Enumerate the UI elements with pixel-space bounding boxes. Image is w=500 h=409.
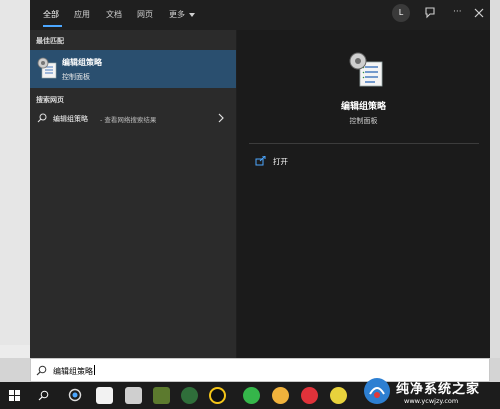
emoji-app-icon[interactable] xyxy=(272,387,289,404)
chevron-down-icon xyxy=(189,13,195,17)
preview-subtitle: 控制面板 xyxy=(349,117,378,125)
windows-start-icon[interactable] xyxy=(9,390,20,401)
qq-icon[interactable] xyxy=(209,387,226,404)
best-match-item[interactable]: 编辑组策略 控制面板 xyxy=(30,50,236,88)
chevron-right-icon[interactable] xyxy=(217,113,225,123)
best-match-subtitle: 控制面板 xyxy=(62,73,90,81)
web-search-hint: - 查看网络搜索结果 xyxy=(100,116,157,124)
browser-app-icon[interactable] xyxy=(181,387,198,404)
best-match-heading: 最佳匹配 xyxy=(36,37,64,45)
tab-documents[interactable]: 文档 xyxy=(106,9,122,20)
group-policy-icon xyxy=(37,57,57,79)
preview-divider xyxy=(249,143,479,144)
search-topbar: 全部 应用 文档 网页 更多 L ··· xyxy=(30,0,490,30)
best-match-title: 编辑组策略 xyxy=(62,58,102,67)
preview-title: 编辑组策略 xyxy=(340,102,386,112)
search-icon xyxy=(36,365,47,376)
tab-more[interactable]: 更多 xyxy=(169,9,185,20)
group-policy-icon xyxy=(349,52,383,87)
file-explorer-icon[interactable] xyxy=(96,387,113,404)
watermark-logo-icon xyxy=(364,378,390,404)
media-app-icon[interactable] xyxy=(330,387,347,404)
desktop-background-left xyxy=(0,0,30,358)
watermark-url: www.ycwjzy.com xyxy=(404,397,459,405)
user-avatar[interactable]: L xyxy=(392,4,410,22)
search-input-value: 编辑组策略 xyxy=(53,365,95,376)
results-list: 最佳匹配 编辑组策略 控制面板 搜索网页 编辑组策略 - 查看网络搜索结果 xyxy=(30,30,236,358)
watermark-title: 纯净系统之家 xyxy=(396,382,481,397)
more-options-button[interactable]: ··· xyxy=(453,7,462,17)
feedback-icon[interactable] xyxy=(423,6,437,20)
tab-all-underline xyxy=(43,25,62,27)
result-preview: 编辑组策略 控制面板 打开 xyxy=(237,30,490,358)
music-app-icon[interactable] xyxy=(301,387,318,404)
notepad-icon[interactable] xyxy=(125,387,142,404)
open-action[interactable]: 打开 xyxy=(255,155,355,169)
site-watermark: 纯净系统之家 www.ycwjzy.com xyxy=(358,372,500,409)
wechat-icon[interactable] xyxy=(243,387,260,404)
desktop-background-strip xyxy=(0,345,30,358)
search-icon[interactable] xyxy=(38,390,49,401)
open-icon xyxy=(255,156,266,166)
web-search-heading: 搜索网页 xyxy=(36,96,64,104)
tab-web[interactable]: 网页 xyxy=(137,9,153,20)
web-search-item[interactable]: 编辑组策略 - 查看网络搜索结果 xyxy=(30,110,236,128)
close-icon[interactable] xyxy=(472,6,486,20)
search-icon xyxy=(37,113,47,123)
cortana-icon[interactable] xyxy=(68,388,82,402)
search-panel: 全部 应用 文档 网页 更多 L ··· 最佳匹配 编辑组策略 控制面板 搜索网… xyxy=(30,0,490,358)
desktop-background-right xyxy=(490,0,500,358)
tab-all[interactable]: 全部 xyxy=(43,9,59,20)
open-action-label: 打开 xyxy=(273,157,288,166)
tab-apps[interactable]: 应用 xyxy=(74,9,90,20)
game-app-icon[interactable] xyxy=(153,387,170,404)
web-search-query: 编辑组策略 xyxy=(53,115,88,123)
